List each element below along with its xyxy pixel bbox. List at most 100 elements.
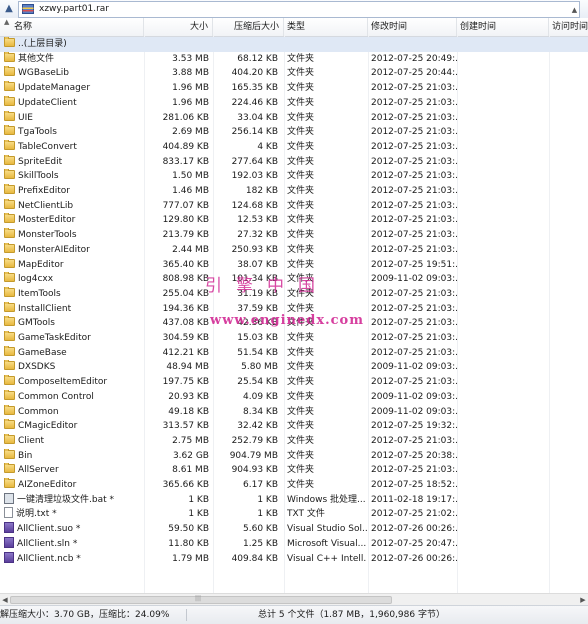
file-name: Common Control	[18, 391, 94, 402]
file-size: 11.80 KB	[168, 538, 209, 549]
table-row[interactable]: WGBaseLib 3.88 MB 404.20 KB 文件夹 2012-07-25 2…	[0, 66, 588, 81]
file-size: 412.21 KB	[162, 347, 209, 358]
folder-icon	[4, 316, 15, 327]
folder-icon	[4, 81, 15, 92]
modified-time: 2012-07-25 21:03:...	[371, 171, 457, 182]
file-name: UpdateManager	[18, 83, 91, 94]
file-size: 1.79 MB	[172, 553, 209, 564]
file-name-cell: UpdateClient	[4, 95, 142, 111]
table-row[interactable]: MosterEditor 129.80 KB 12.53 KB 文件夹 2012-07-…	[0, 213, 588, 228]
file-name: 一键清理垃圾文件.bat *	[17, 494, 114, 505]
folder-icon	[4, 184, 15, 194]
file-type: Windows 批处理...	[287, 494, 366, 505]
folder-icon	[4, 198, 15, 209]
table-row[interactable]: MapEditor 365.40 KB 38.07 KB 文件夹 2012-07-25 …	[0, 257, 588, 273]
file-size: 197.75 KB	[162, 377, 209, 388]
file-size: 3.88 MB	[172, 68, 209, 79]
modified-time: 2012-07-26 00:26:...	[371, 553, 457, 564]
column-created[interactable]: 创建时间	[457, 18, 549, 36]
file-name-cell: 说明.txt *	[4, 507, 142, 522]
table-row[interactable]: NetClientLib 777.07 KB 124.68 KB 文件夹 2012-07…	[0, 198, 588, 214]
table-row[interactable]: 说明.txt * 1 KB 1 KB TXT 文件 2012-07-25 21:02:.…	[0, 507, 588, 522]
packed-size: 27.32 KB	[237, 230, 278, 241]
file-size: 59.50 KB	[168, 524, 209, 535]
modified-time: 2012-07-25 21:03:...	[371, 141, 457, 152]
table-row[interactable]: Bin 3.62 GB 904.79 MB 文件夹 2012-07-25 20:38:.…	[0, 448, 588, 464]
file-type: 文件夹	[287, 465, 315, 476]
watermark-url: www.enginedx.com	[210, 313, 364, 328]
file-name: AllClient.sln *	[17, 538, 78, 549]
column-packed-size[interactable]: 压缩后大小	[213, 18, 284, 36]
table-row[interactable]: 其他文件 3.53 MB 68.12 KB 文件夹 2012-07-25 20:49:.…	[0, 51, 588, 67]
table-row[interactable]: GameBase 412.21 KB 51.54 KB 文件夹 2012-07-25 2…	[0, 345, 588, 361]
table-row[interactable]: ComposeItemEditor 197.75 KB 25.54 KB 文件夹 201…	[0, 375, 588, 390]
packed-size: 25.54 KB	[237, 377, 278, 388]
table-row[interactable]: UIE 281.06 KB 33.04 KB 文件夹 2012-07-25 21:03:…	[0, 110, 588, 126]
file-name: UIE	[18, 112, 33, 123]
file-name: AIZoneEditor	[18, 480, 77, 490]
file-name-cell: AllServer	[4, 463, 142, 478]
file-type: 文件夹	[287, 421, 315, 432]
file-type: 文件夹	[287, 333, 315, 343]
file-name-cell: UIE	[4, 110, 142, 126]
address-field[interactable]: xzwy.part01.rar ▲	[18, 1, 580, 18]
modified-time: 2012-07-26 00:26:...	[371, 524, 457, 535]
file-size: 2.69 MB	[172, 127, 209, 138]
table-row[interactable]: PrefixEditor 1.46 MB 182 KB 文件夹 2012-07-25 2…	[0, 184, 588, 199]
table-row[interactable]: DXSDKS 48.94 MB 5.80 MB 文件夹 2009-11-02 09:03…	[0, 360, 588, 375]
file-size: 3.53 MB	[172, 53, 209, 64]
folder-icon	[4, 228, 15, 239]
table-row[interactable]: MonsterAIEditor 2.44 MB 250.93 KB 文件夹 2012-0…	[0, 242, 588, 258]
table-row[interactable]: TableConvert 404.89 KB 4 KB 文件夹 2012-07-25 2…	[0, 139, 588, 155]
table-row[interactable]: AllServer 8.61 MB 904.93 KB 文件夹 2012-07-25 2…	[0, 463, 588, 478]
file-size: 213.79 KB	[162, 230, 209, 241]
table-row[interactable]: GameTaskEditor 304.59 KB 15.03 KB 文件夹 2012-0…	[0, 331, 588, 346]
text-file-icon	[4, 507, 13, 519]
file-name: GameBase	[18, 347, 67, 358]
file-name-cell: ..(上层目录)	[4, 37, 142, 52]
packed-size: 68.12 KB	[237, 53, 278, 64]
file-name: AllClient.suo *	[17, 524, 81, 535]
modified-time: 2012-07-25 20:47:...	[371, 538, 457, 549]
table-row[interactable]: CMagicEditor 313.57 KB 32.42 KB 文件夹 2012-07-…	[0, 419, 588, 434]
table-row[interactable]: AllClient.ncb * 1.79 MB 409.84 KB Visual C+…	[0, 551, 588, 567]
table-row[interactable]: Client 2.75 MB 252.79 KB 文件夹 2012-07-25 21:0…	[0, 433, 588, 449]
table-row[interactable]: UpdateManager 1.96 MB 165.35 KB 文件夹 2012-07-…	[0, 81, 588, 96]
file-name: Common	[18, 406, 59, 417]
table-row[interactable]: Common Control 20.93 KB 4.09 KB 文件夹 2009-11-…	[0, 389, 588, 405]
folder-icon	[4, 404, 15, 415]
file-size: 1.96 MB	[172, 97, 209, 108]
table-row[interactable]: SkillTools 1.50 MB 192.03 KB 文件夹 2012-07-25 …	[0, 169, 588, 184]
address-dropdown-icon[interactable]: ▲	[570, 3, 579, 18]
packed-size: 32.42 KB	[237, 421, 278, 432]
folder-icon	[4, 463, 15, 474]
column-name[interactable]: 名称	[0, 18, 144, 36]
table-row[interactable]: UpdateClient 1.96 MB 224.46 KB 文件夹 2012-07-2…	[0, 95, 588, 111]
packed-size: 165.35 KB	[231, 83, 278, 94]
file-size: 48.94 MB	[166, 362, 209, 373]
table-row[interactable]: 一键清理垃圾文件.bat * 1 KB 1 KB Windows 批处理... 2011…	[0, 492, 588, 508]
column-type[interactable]: 类型	[284, 18, 368, 36]
scrollbar-grip-icon: |||	[195, 595, 202, 602]
up-level-button[interactable]: ▲	[2, 1, 16, 17]
table-row[interactable]: AIZoneEditor 365.66 KB 6.17 KB 文件夹 2012-07-2…	[0, 478, 588, 493]
table-row[interactable]: Common 49.18 KB 8.34 KB 文件夹 2009-11-02 09:03…	[0, 404, 588, 420]
table-row[interactable]: MonsterTools 213.79 KB 27.32 KB 文件夹 2012-07-…	[0, 228, 588, 243]
parent-directory-row[interactable]: ..(上层目录)	[0, 37, 588, 52]
archive-path: xzwy.part01.rar	[39, 4, 110, 14]
modified-time: 2011-02-18 19:17:...	[371, 494, 457, 505]
file-type: 文件夹	[287, 259, 315, 270]
file-type: 文件夹	[287, 156, 315, 167]
column-accessed[interactable]: 访问时间	[549, 18, 588, 36]
table-row[interactable]: AllClient.suo * 59.50 KB 5.60 KB Visual Stu…	[0, 522, 588, 537]
column-modified[interactable]: 修改时间	[368, 18, 457, 36]
file-size: 1 KB	[188, 494, 209, 505]
file-name-cell: Client	[4, 433, 142, 449]
file-type: 文件夹	[287, 141, 315, 152]
table-row[interactable]: AllClient.sln * 11.80 KB 1.25 KB Microsoft …	[0, 536, 588, 552]
file-name-cell: MapEditor	[4, 257, 142, 273]
table-row[interactable]: SpriteEdit 833.17 KB 277.64 KB 文件夹 2012-07-2…	[0, 154, 588, 170]
column-size[interactable]: 大小	[144, 18, 213, 36]
file-name: DXSDKS	[18, 362, 56, 373]
table-row[interactable]: TgaTools 2.69 MB 256.14 KB 文件夹 2012-07-25 21…	[0, 125, 588, 140]
